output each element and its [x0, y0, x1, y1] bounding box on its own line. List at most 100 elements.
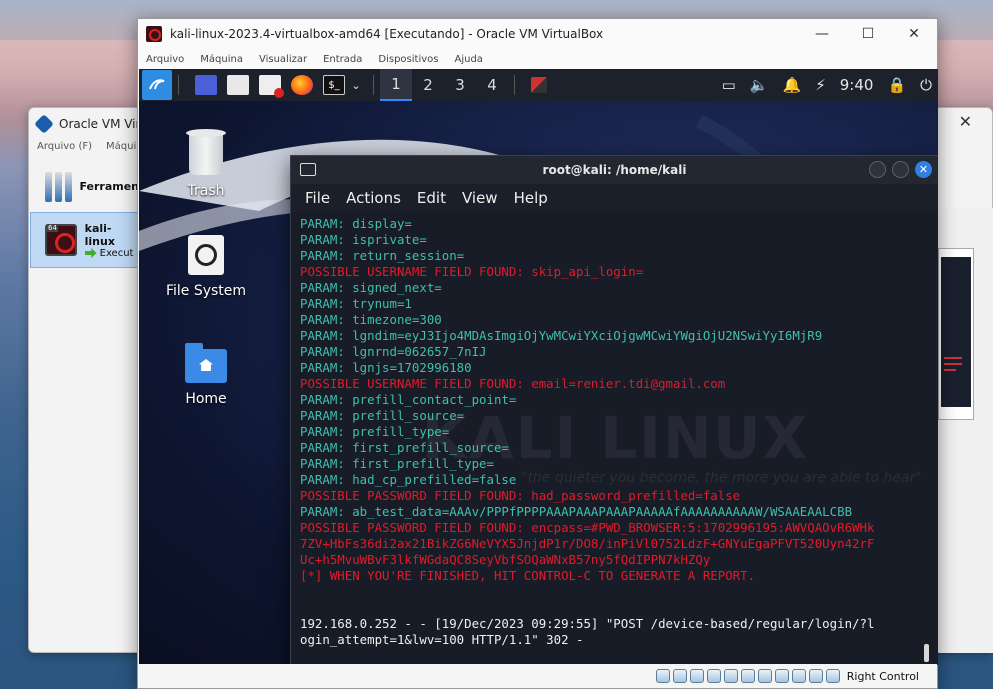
- terminal-line: PARAM: prefill_contact_point=: [300, 392, 517, 407]
- vm-window-title: kali-linux-2023.4-virtualbox-amd64 [Exec…: [170, 27, 604, 41]
- kali-menu-icon[interactable]: [142, 70, 172, 100]
- virtualization-icon[interactable]: [791, 669, 806, 683]
- vm-menubar: Arquivo Máquina Visualizar Entrada Dispo…: [138, 49, 937, 69]
- trash-icon: [186, 129, 226, 175]
- workspace-switcher-icon[interactable]: [195, 75, 217, 95]
- kali-top-panel: $_ ⌄ 1 2 3 4 ▭ 🔈 🔔 ⚡ 9:40 🔒 ⏻: [139, 69, 938, 101]
- workspace-4[interactable]: 4: [476, 69, 508, 101]
- manager-menubar: Arquivo (F) Máquin: [37, 141, 143, 152]
- terminal-line: PARAM: isprivate=: [300, 232, 427, 247]
- filesystem-icon: [188, 235, 224, 275]
- terminal-line: PARAM: first_prefill_type=: [300, 456, 494, 471]
- notification-bell-icon[interactable]: 🔔: [783, 76, 802, 94]
- home-folder-icon: [185, 343, 227, 383]
- menu-visualizar[interactable]: Visualizar: [259, 54, 307, 65]
- workspace-3[interactable]: 3: [444, 69, 476, 101]
- terminal-titlebar[interactable]: root@kali: /home/kali ✕: [291, 156, 938, 184]
- desktop-trash[interactable]: Trash: [146, 129, 266, 199]
- taskbar-terminal-window-icon[interactable]: [531, 77, 547, 93]
- vm-state: Execut: [84, 248, 141, 259]
- power-manager-icon[interactable]: ⚡: [815, 76, 826, 94]
- menu-arquivo[interactable]: Arquivo: [146, 54, 184, 65]
- terminal-line: PARAM: ab_test_data=AAAv/PPPfPPPPAAAPAAA…: [300, 504, 853, 519]
- network-icon[interactable]: ▭: [722, 76, 736, 94]
- menu-dispositivos[interactable]: Dispositivos: [378, 54, 438, 65]
- network-adapter-icon[interactable]: [706, 669, 721, 683]
- trash-label: Trash: [187, 183, 225, 199]
- lock-icon[interactable]: 🔒: [887, 76, 906, 94]
- running-arrow-icon: [84, 248, 97, 258]
- terminal-minimize-button[interactable]: [869, 161, 886, 178]
- terminal-close-icon[interactable]: ✕: [915, 161, 932, 178]
- terminal-line: PARAM: return_session=: [300, 248, 465, 263]
- terminal-menu-help[interactable]: Help: [514, 189, 548, 207]
- terminal-maximize-button[interactable]: [892, 161, 909, 178]
- manager-vm-item[interactable]: 64 kali-linux Execut: [30, 212, 142, 268]
- terminal-line: POSSIBLE USERNAME FIELD FOUND: email=ren…: [300, 376, 726, 391]
- terminal-menu-file[interactable]: File: [305, 189, 330, 207]
- tools-icon: [45, 170, 73, 202]
- window-controls: — ☐ ✕: [799, 19, 937, 49]
- minimize-icon[interactable]: —: [799, 19, 845, 49]
- terminal-line: PARAM: display=: [300, 216, 412, 231]
- terminal-line: POSSIBLE PASSWORD FIELD FOUND: encpass=#…: [300, 520, 875, 535]
- workspace-2[interactable]: 2: [412, 69, 444, 101]
- text-editor-icon[interactable]: [259, 75, 284, 98]
- close-icon[interactable]: ✕: [891, 19, 937, 49]
- terminal-window[interactable]: root@kali: /home/kali ✕ File Actions Edi…: [290, 155, 938, 665]
- menu-maquina[interactable]: Máquina: [200, 54, 243, 65]
- terminal-line: PARAM: had_cp_prefilled=false: [300, 472, 517, 487]
- terminal-line: [*] WHEN YOU'RE FINISHED, HIT CONTROL-C …: [300, 568, 756, 583]
- video-capture-icon[interactable]: [774, 669, 789, 683]
- vm-os-icon: 64: [45, 224, 77, 256]
- hard-disk-icon[interactable]: [655, 669, 670, 683]
- display-icon[interactable]: [757, 669, 772, 683]
- maximize-icon[interactable]: ☐: [845, 19, 891, 49]
- terminal-line: POSSIBLE PASSWORD FIELD FOUND: had_passw…: [300, 488, 741, 503]
- terminal-line: ogin_attempt=1&lwv=100 HTTP/1.1" 302 -: [300, 632, 584, 647]
- audio-icon[interactable]: [689, 669, 704, 683]
- workspace-1[interactable]: 1: [380, 69, 412, 101]
- manager-titlebar: Oracle VM Virt: [34, 114, 146, 134]
- clock[interactable]: 9:40: [840, 76, 874, 94]
- terminal-output[interactable]: KALI LINUX "the quieter you become, the …: [291, 212, 938, 665]
- volume-icon[interactable]: 🔈: [750, 76, 769, 94]
- shared-folders-icon[interactable]: [740, 669, 755, 683]
- desktop-filesystem[interactable]: File System: [146, 235, 266, 299]
- terminal-scrollbar[interactable]: [924, 644, 929, 662]
- terminal-menu-view[interactable]: View: [462, 189, 498, 207]
- terminal-line: PARAM: lgnjs=1702996180: [300, 360, 472, 375]
- guest-screen[interactable]: $_ ⌄ 1 2 3 4 ▭ 🔈 🔔 ⚡ 9:40 🔒 ⏻ Trash File…: [139, 69, 938, 665]
- menu-entrada[interactable]: Entrada: [323, 54, 362, 65]
- manager-close-icon[interactable]: ✕: [959, 112, 972, 131]
- virtualbox-logo-icon: [34, 114, 54, 134]
- mouse-integration-icon[interactable]: [808, 669, 823, 683]
- menu-ajuda[interactable]: Ajuda: [454, 54, 482, 65]
- manager-title: Oracle VM Virt: [59, 117, 146, 131]
- terminal-line: PARAM: first_prefill_source=: [300, 440, 509, 455]
- file-manager-icon[interactable]: [227, 75, 249, 95]
- manager-menu-file[interactable]: Arquivo (F): [37, 141, 92, 152]
- host-key-label: Right Control: [846, 669, 919, 683]
- manager-tools-item[interactable]: Ferramen: [29, 163, 139, 209]
- terminal-line: PARAM: signed_next=: [300, 280, 442, 295]
- virtualbox-vm-window[interactable]: kali-linux-2023.4-virtualbox-amd64 [Exec…: [137, 18, 938, 689]
- usb-icon[interactable]: [723, 669, 738, 683]
- optical-drive-icon[interactable]: [672, 669, 687, 683]
- keyboard-capture-icon[interactable]: [825, 669, 840, 683]
- terminal-line: PARAM: prefill_type=: [300, 424, 450, 439]
- vm-preview-thumbnail: [938, 248, 974, 420]
- terminal-menu-edit[interactable]: Edit: [417, 189, 446, 207]
- chevron-down-icon[interactable]: ⌄: [345, 69, 367, 101]
- filesystem-label: File System: [165, 283, 247, 299]
- firefox-icon[interactable]: [291, 75, 313, 95]
- desktop-home[interactable]: Home: [146, 343, 266, 407]
- vm-name: kali-linux: [84, 221, 115, 248]
- logout-icon[interactable]: ⏻: [920, 76, 932, 94]
- terminal-menu-actions[interactable]: Actions: [346, 189, 401, 207]
- panel-tray: ▭ 🔈 🔔 ⚡ 9:40 🔒 ⏻: [722, 69, 938, 101]
- terminal-line: 7ZV+HbFs36di2ax21BikZG6NeVYX5JnjdP1r/DO8…: [300, 536, 875, 551]
- terminal-launcher-icon[interactable]: $_: [323, 75, 345, 95]
